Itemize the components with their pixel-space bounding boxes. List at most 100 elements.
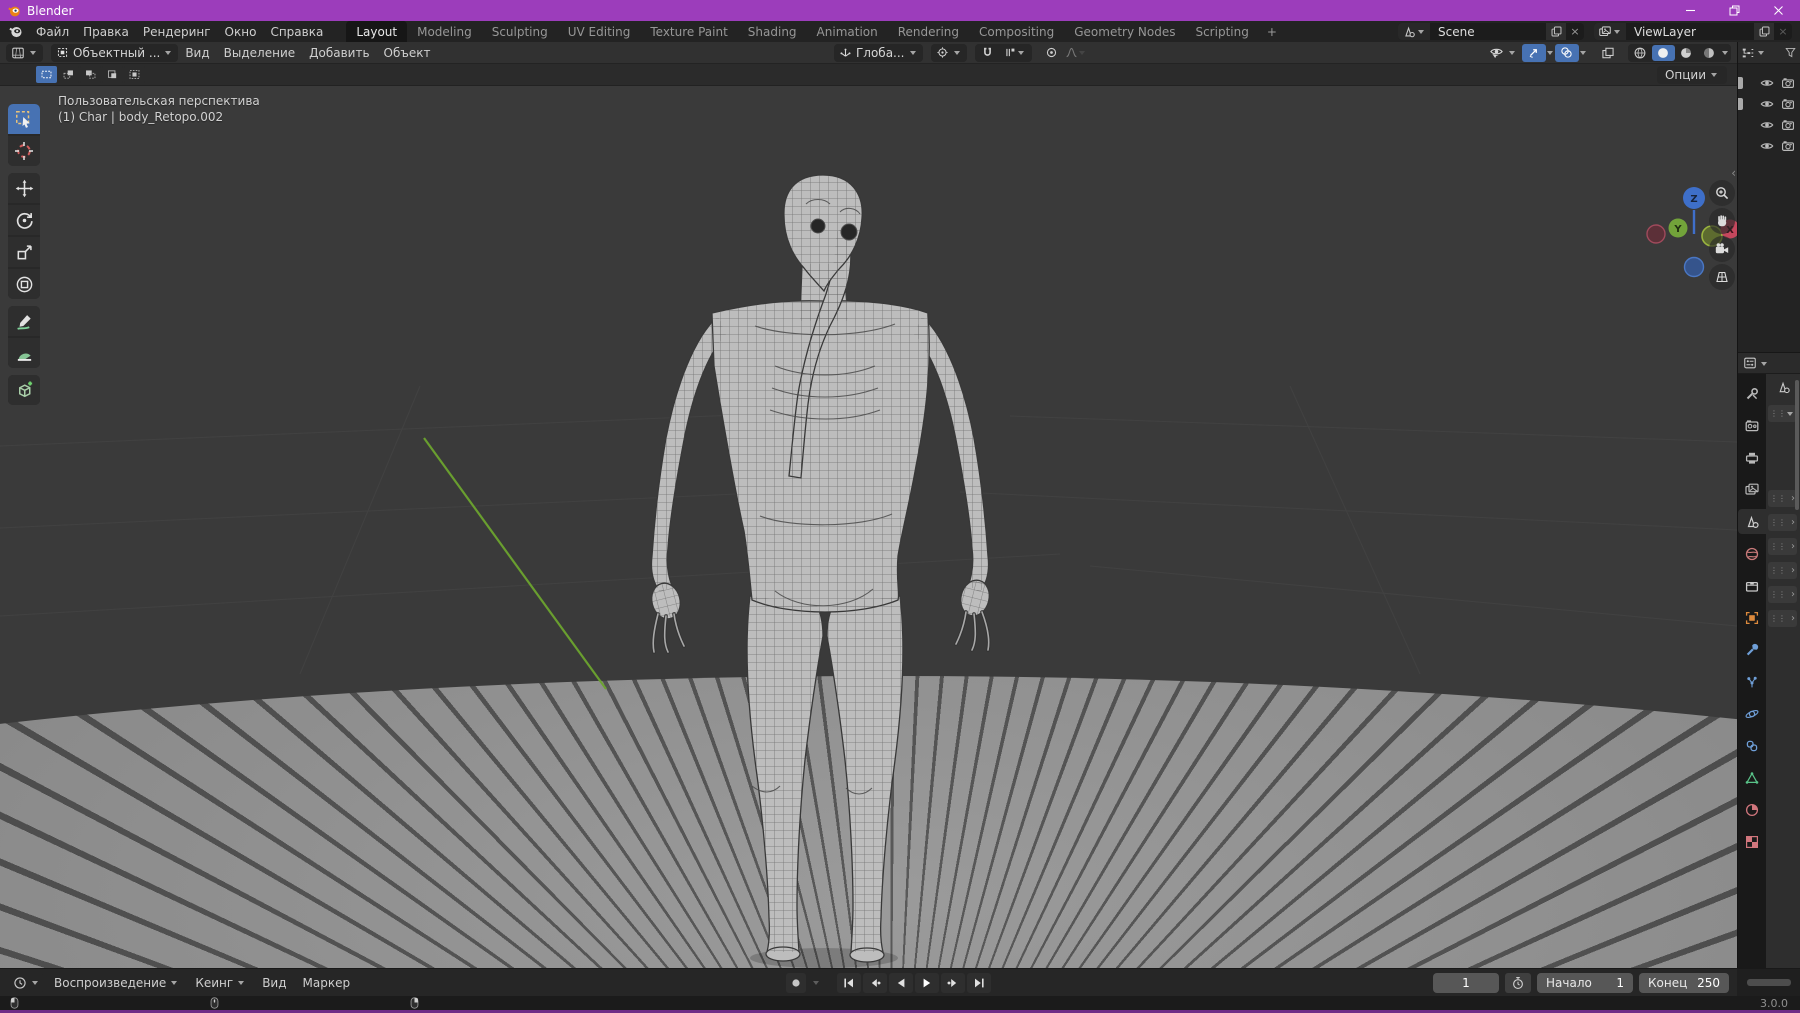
outliner-row[interactable]: [1738, 93, 1800, 114]
frame-end-field[interactable]: Конец 250: [1639, 972, 1729, 993]
hide-eye-toggle[interactable]: [1760, 118, 1774, 132]
current-frame-field[interactable]: 1: [1433, 972, 1499, 993]
panel-handle[interactable]: ⋮⋮ ›: [1768, 562, 1797, 579]
restore-button[interactable]: [1712, 0, 1756, 21]
zoom-button[interactable]: [1709, 180, 1735, 206]
select-mode-intersect[interactable]: [124, 66, 145, 83]
viewport-3d[interactable]: Z Y X Пользовательская перспектива (1) C…: [0, 86, 1737, 968]
tab-modeling[interactable]: Modeling: [407, 21, 482, 42]
tab-compositing[interactable]: Compositing: [969, 21, 1064, 42]
use-preview-range-button[interactable]: [1505, 972, 1531, 993]
menu-edit[interactable]: Правка: [76, 25, 136, 39]
horizontal-scrollbar[interactable]: [1746, 979, 1791, 986]
tab-render[interactable]: [1738, 413, 1766, 438]
scene-browse-button[interactable]: [1398, 23, 1430, 40]
frame-start-field[interactable]: Начало 1: [1537, 972, 1633, 993]
hide-eye-toggle[interactable]: [1760, 97, 1774, 111]
menu-playback[interactable]: Воспроизведение: [47, 976, 186, 990]
menu-window[interactable]: Окно: [218, 25, 264, 39]
tab-animation[interactable]: Animation: [807, 21, 888, 42]
tab-geometry-nodes[interactable]: Geometry Nodes: [1064, 21, 1185, 42]
add-workspace-button[interactable]: +: [1259, 21, 1285, 42]
tab-texture[interactable]: [1738, 829, 1766, 854]
menu-object[interactable]: Объект: [377, 46, 438, 60]
hide-eye-toggle[interactable]: [1760, 76, 1774, 90]
menu-view-timeline[interactable]: Вид: [255, 976, 293, 990]
tab-sculpting[interactable]: Sculpting: [482, 21, 558, 42]
mode-dropdown[interactable]: Объектный ...: [51, 43, 179, 62]
select-mode-subtract[interactable]: [80, 66, 101, 83]
render-camera-toggle[interactable]: [1781, 76, 1795, 90]
outliner-row[interactable]: [1738, 135, 1800, 156]
panel-handle[interactable]: ⋮⋮: [1768, 405, 1797, 422]
play-reverse-button[interactable]: [889, 972, 913, 993]
shading-wireframe-button[interactable]: [1629, 45, 1652, 61]
snap-toggle[interactable]: [976, 45, 999, 61]
jump-to-end-button[interactable]: [967, 972, 991, 993]
tool-scale[interactable]: [8, 237, 40, 267]
view-layer-browse-button[interactable]: [1594, 23, 1626, 40]
select-mode-extend[interactable]: [58, 66, 79, 83]
tool-annotate[interactable]: [8, 306, 40, 336]
chevron-down-icon[interactable]: [1760, 359, 1769, 368]
tab-scripting[interactable]: Scripting: [1185, 21, 1258, 42]
tab-output[interactable]: [1738, 445, 1766, 470]
panel-handle[interactable]: ⋮⋮ ›: [1768, 514, 1797, 531]
view-object-types-dropdown[interactable]: [1484, 44, 1522, 62]
panel-collapse-arrow[interactable]: ‹: [1731, 166, 1736, 180]
menu-help[interactable]: Справка: [263, 25, 330, 39]
shading-dropdown[interactable]: [1721, 48, 1730, 57]
outliner[interactable]: [1738, 64, 1800, 352]
scene-new-button[interactable]: [1546, 23, 1566, 40]
tool-rotate[interactable]: [8, 205, 40, 235]
shading-solid-button[interactable]: [1651, 44, 1675, 61]
jump-to-start-button[interactable]: [837, 972, 861, 993]
tool-cursor[interactable]: [8, 136, 40, 166]
shading-material-button[interactable]: [1675, 45, 1698, 61]
menu-render[interactable]: Рендеринг: [136, 25, 218, 39]
camera-view-button[interactable]: [1709, 236, 1735, 262]
tab-rendering[interactable]: Rendering: [888, 21, 969, 42]
outliner-editor-icon[interactable]: [1741, 46, 1755, 60]
tab-particles[interactable]: [1738, 669, 1766, 694]
next-keyframe-button[interactable]: [941, 972, 965, 993]
render-camera-toggle[interactable]: [1781, 118, 1795, 132]
tool-select-box[interactable]: [8, 104, 40, 134]
tool-move[interactable]: [8, 173, 40, 203]
panel-handle[interactable]: ⋮⋮ ›: [1768, 610, 1797, 627]
auto-keying-button[interactable]: [786, 972, 806, 993]
tab-object[interactable]: [1738, 605, 1766, 630]
menu-select[interactable]: Выделение: [217, 46, 302, 60]
outliner-row[interactable]: [1738, 72, 1800, 93]
tab-material[interactable]: [1738, 797, 1766, 822]
tab-collection[interactable]: [1738, 573, 1766, 598]
pan-button[interactable]: [1709, 208, 1735, 234]
tool-transform[interactable]: [8, 269, 40, 299]
menu-file[interactable]: Файл: [29, 25, 76, 39]
panel-handle[interactable]: ⋮⋮ ›: [1768, 538, 1797, 555]
options-button[interactable]: Опции: [1656, 65, 1727, 84]
gizmo-dropdown[interactable]: [1546, 48, 1555, 57]
snap-target-dropdown[interactable]: [999, 45, 1031, 61]
tab-constraints[interactable]: [1738, 733, 1766, 758]
timeline-editor-type-button[interactable]: [8, 973, 45, 992]
tab-modifiers[interactable]: [1738, 637, 1766, 662]
prev-keyframe-button[interactable]: [863, 972, 887, 993]
ortho-toggle-button[interactable]: [1709, 264, 1735, 290]
tool-add-cube[interactable]: [8, 375, 40, 405]
tab-physics[interactable]: [1738, 701, 1766, 726]
overlays-dropdown[interactable]: [1579, 48, 1588, 57]
pivot-point-dropdown[interactable]: [930, 43, 967, 62]
properties-editor-icon[interactable]: [1743, 356, 1757, 370]
tab-layout[interactable]: Layout: [346, 21, 408, 42]
blender-app-menu[interactable]: [0, 24, 29, 39]
tab-tool[interactable]: [1738, 381, 1766, 406]
tab-data[interactable]: [1738, 765, 1766, 790]
proportional-editing-toggle[interactable]: [1040, 44, 1064, 62]
view-layer-delete-button[interactable]: ×: [1774, 23, 1792, 40]
keying-dropdown[interactable]: [812, 978, 821, 987]
select-mode-invert[interactable]: [102, 66, 123, 83]
minimize-button[interactable]: [1668, 0, 1712, 21]
select-mode-set[interactable]: [36, 66, 57, 83]
menu-keying[interactable]: Кеинг: [188, 976, 253, 990]
